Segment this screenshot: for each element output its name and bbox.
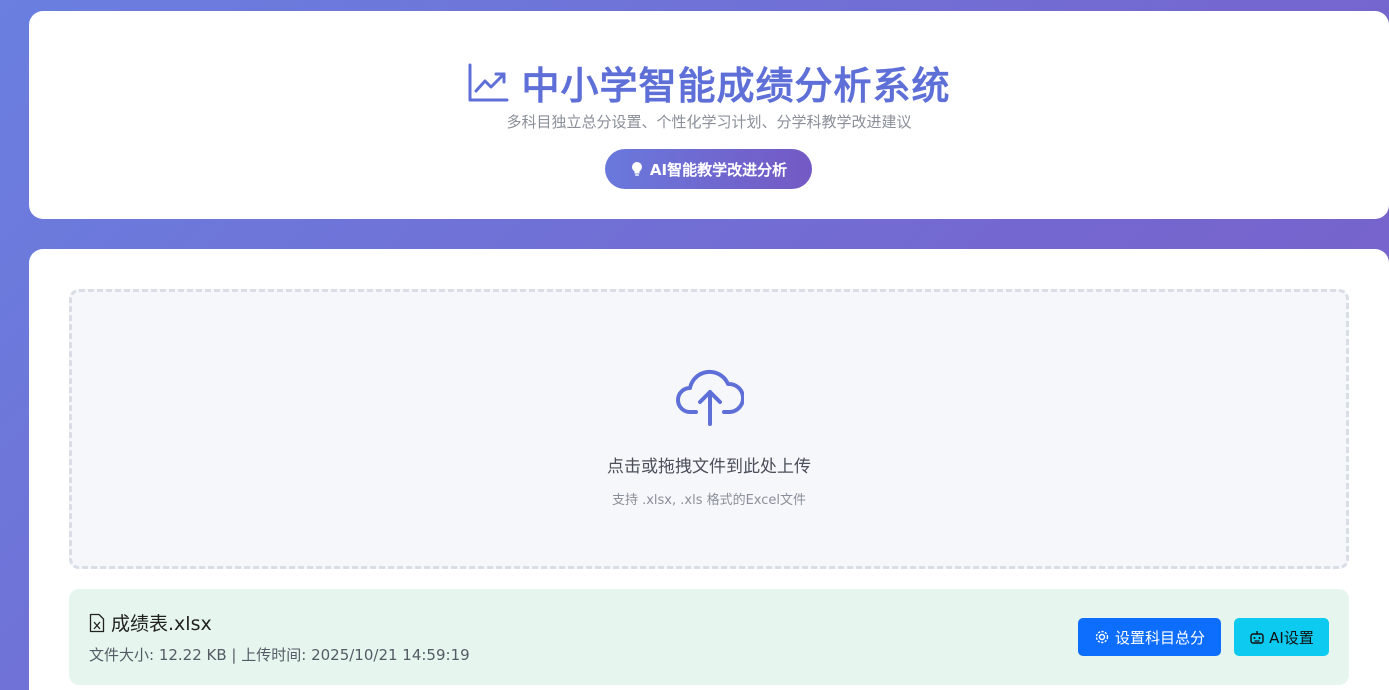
gear-icon <box>1095 630 1109 644</box>
upload-dropzone[interactable]: 点击或拖拽文件到此处上传 支持 .xlsx, .xls 格式的Excel文件 <box>69 289 1349 569</box>
robot-icon <box>1250 631 1264 644</box>
set-subject-total-label: 设置科目总分 <box>1114 628 1205 647</box>
page-title: 中小学智能成绩分析系统 <box>521 64 951 108</box>
uploaded-file-info: 成绩表.xlsx 文件大小: 12.22 KB | 上传时间: 2025/10/… <box>69 589 1349 685</box>
lightbulb-icon <box>631 162 642 176</box>
main-card: 点击或拖拽文件到此处上传 支持 .xlsx, .xls 格式的Excel文件 成… <box>29 249 1389 690</box>
excel-file-icon <box>89 613 105 632</box>
ai-settings-label: AI设置 <box>1269 628 1314 647</box>
line-chart-icon <box>468 63 509 101</box>
cloud-upload-icon <box>676 369 744 426</box>
header-card: 中小学智能成绩分析系统 多科目独立总分设置、个性化学习计划、分学科教学改进建议 … <box>29 11 1389 219</box>
file-meta: 文件大小: 12.22 KB | 上传时间: 2025/10/21 14:59:… <box>89 646 470 664</box>
page-subtitle: 多科目独立总分设置、个性化学习计划、分学科教学改进建议 <box>506 113 912 131</box>
title-row: 中小学智能成绩分析系统 <box>29 55 1389 110</box>
file-name-row: 成绩表.xlsx <box>89 609 212 636</box>
upload-main-text: 点击或拖拽文件到此处上传 <box>607 457 811 477</box>
upload-hint-text: 支持 .xlsx, .xls 格式的Excel文件 <box>611 493 807 508</box>
ai-settings-button[interactable]: AI设置 <box>1234 618 1329 656</box>
ai-analysis-button-label: AI智能教学改进分析 <box>649 160 788 179</box>
set-subject-total-button[interactable]: 设置科目总分 <box>1078 618 1221 656</box>
ai-analysis-button[interactable]: AI智能教学改进分析 <box>605 149 812 189</box>
file-name: 成绩表.xlsx <box>111 613 212 635</box>
